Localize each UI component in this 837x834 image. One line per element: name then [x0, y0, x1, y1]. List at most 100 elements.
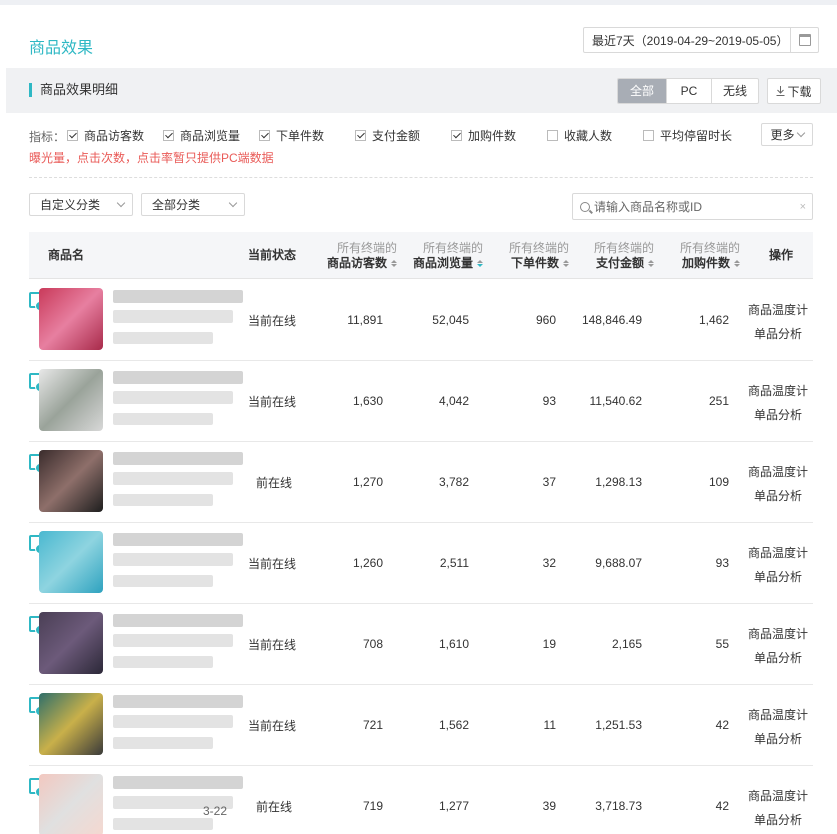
visitors-cell: 1,630	[322, 361, 383, 441]
table-header: 商品名 当前状态 所有终端的 商品访客数 所有终端的 商品浏览量 所有终端的 下…	[29, 232, 813, 279]
col-cart[interactable]: 所有终端的 加购件数	[665, 232, 740, 279]
sort-icon[interactable]	[563, 259, 569, 267]
checkbox[interactable]	[451, 130, 462, 141]
thermometer-link[interactable]: 商品温度计	[743, 703, 813, 727]
product-name-blur	[113, 575, 213, 587]
metric-cart[interactable]: 加购件数	[451, 127, 516, 144]
col-visitors[interactable]: 所有终端的 商品访客数	[322, 232, 397, 279]
status-text: 前在线	[256, 799, 293, 814]
status-cell: 当前在线	[248, 280, 296, 360]
date-range-picker[interactable]: 最近7天（2019-04-29~2019-05-05）	[583, 27, 819, 53]
chevron-down-icon	[116, 198, 126, 208]
more-metrics-button[interactable]: 更多	[761, 123, 813, 146]
all-category-select[interactable]: 全部分类	[141, 193, 245, 216]
product-name-blur	[113, 290, 243, 303]
product-thumbnail[interactable]	[39, 369, 103, 431]
payment-cell: 1,251.53	[559, 685, 642, 765]
checkbox[interactable]	[643, 130, 654, 141]
cart-cell: 93	[665, 523, 729, 603]
cart-value: 93	[715, 556, 729, 570]
date-range-text: 最近7天（2019-04-29~2019-05-05）	[592, 33, 789, 48]
orders-value: 11	[543, 718, 556, 732]
single-analysis-link[interactable]: 单品分析	[743, 403, 813, 427]
orders-cell: 32	[494, 523, 556, 603]
ops-cell: 商品温度计 单品分析	[743, 541, 813, 589]
single-analysis-link[interactable]: 单品分析	[743, 646, 813, 670]
product-name-blur	[113, 656, 213, 668]
checkbox[interactable]	[67, 130, 78, 141]
single-analysis-link[interactable]: 单品分析	[743, 322, 813, 346]
views-value: 1,610	[438, 637, 469, 651]
views-value: 1,562	[438, 718, 469, 732]
thermometer-link[interactable]: 商品温度计	[743, 460, 813, 484]
cart-value: 42	[715, 799, 729, 813]
product-thumbnail[interactable]	[39, 450, 103, 512]
checkbox[interactable]	[163, 130, 174, 141]
sort-icon[interactable]	[648, 259, 654, 267]
table-row: 前在线 1,270 3,782 37 1,298.13 109 商品温度计 单品分析	[29, 442, 813, 523]
col-payment[interactable]: 所有终端的 支付金额	[579, 232, 654, 279]
metric-favorites[interactable]: 收藏人数	[547, 127, 612, 144]
metric-visitors[interactable]: 商品访客数	[67, 127, 144, 144]
terminal-wireless-tab[interactable]: 无线	[711, 79, 758, 103]
single-analysis-link[interactable]: 单品分析	[743, 808, 813, 832]
sort-icon[interactable]	[391, 259, 397, 267]
status-text: 当前在线	[248, 394, 297, 409]
top-strip	[0, 0, 837, 5]
table-row: 当前在线 1,260 2,511 32 9,688.07 93 商品温度计 单品分析	[29, 523, 813, 604]
thermometer-link[interactable]: 商品温度计	[743, 379, 813, 403]
thermometer-link[interactable]: 商品温度计	[743, 298, 813, 322]
orders-cell: 19	[494, 604, 556, 684]
product-thumbnail[interactable]	[39, 774, 103, 834]
custom-category-select[interactable]: 自定义分类	[29, 193, 133, 216]
download-button[interactable]: 下载	[767, 78, 821, 104]
orders-value: 39	[542, 799, 556, 813]
product-name-blur	[113, 413, 213, 425]
col-orders[interactable]: 所有终端的 下单件数	[494, 232, 569, 279]
product-thumbnail[interactable]	[39, 693, 103, 755]
thermometer-link[interactable]: 商品温度计	[743, 541, 813, 565]
single-analysis-link[interactable]: 单品分析	[743, 484, 813, 508]
col-views[interactable]: 所有终端的 商品浏览量	[408, 232, 483, 279]
checkbox[interactable]	[547, 130, 558, 141]
terminal-pc-tab[interactable]: PC	[666, 79, 711, 103]
checkbox[interactable]	[259, 130, 270, 141]
cart-cell: 251	[665, 361, 729, 441]
metric-orders[interactable]: 下单件数	[259, 127, 324, 144]
visitors-cell: 719	[322, 766, 383, 834]
product-thumbnail[interactable]	[39, 531, 103, 593]
cart-value: 1,462	[698, 313, 729, 327]
payment-value: 2,165	[611, 637, 642, 651]
calendar-icon[interactable]	[790, 28, 818, 52]
cart-cell: 109	[665, 442, 729, 522]
sort-icon[interactable]	[477, 259, 483, 267]
table-row: 当前在线 1,630 4,042 93 11,540.62 251 商品温度计 单品分析	[29, 361, 813, 442]
cart-value: 109	[708, 475, 729, 489]
single-analysis-link[interactable]: 单品分析	[743, 565, 813, 589]
product-thumbnail[interactable]	[39, 612, 103, 674]
terminal-switch: 全部 PC 无线	[617, 78, 759, 104]
checkbox[interactable]	[355, 130, 366, 141]
thermometer-link[interactable]: 商品温度计	[743, 784, 813, 808]
metric-avg-stay[interactable]: 平均停留时长	[643, 127, 732, 144]
views-cell: 1,277	[408, 766, 469, 834]
metric-payment[interactable]: 支付金额	[355, 127, 420, 144]
ops-cell: 商品温度计 单品分析	[743, 460, 813, 508]
status-text: 当前在线	[248, 637, 297, 652]
col-prefix: 所有终端的	[508, 240, 569, 255]
sort-icon[interactable]	[734, 259, 740, 267]
views-value: 2,511	[439, 556, 469, 570]
views-value: 4,042	[438, 394, 469, 408]
search-input[interactable]	[590, 199, 800, 214]
single-analysis-link[interactable]: 单品分析	[743, 727, 813, 751]
metric-label: 商品浏览量	[180, 129, 241, 143]
ops-cell: 商品温度计 单品分析	[743, 784, 813, 832]
terminal-all-tab[interactable]: 全部	[618, 79, 666, 103]
product-name-blur	[113, 614, 243, 627]
thermometer-link[interactable]: 商品温度计	[743, 622, 813, 646]
clear-icon[interactable]: ×	[800, 201, 812, 213]
product-thumbnail[interactable]	[39, 288, 103, 350]
metric-views[interactable]: 商品浏览量	[163, 127, 240, 144]
product-name-blur	[113, 533, 243, 546]
metric-label: 下单件数	[276, 129, 325, 143]
